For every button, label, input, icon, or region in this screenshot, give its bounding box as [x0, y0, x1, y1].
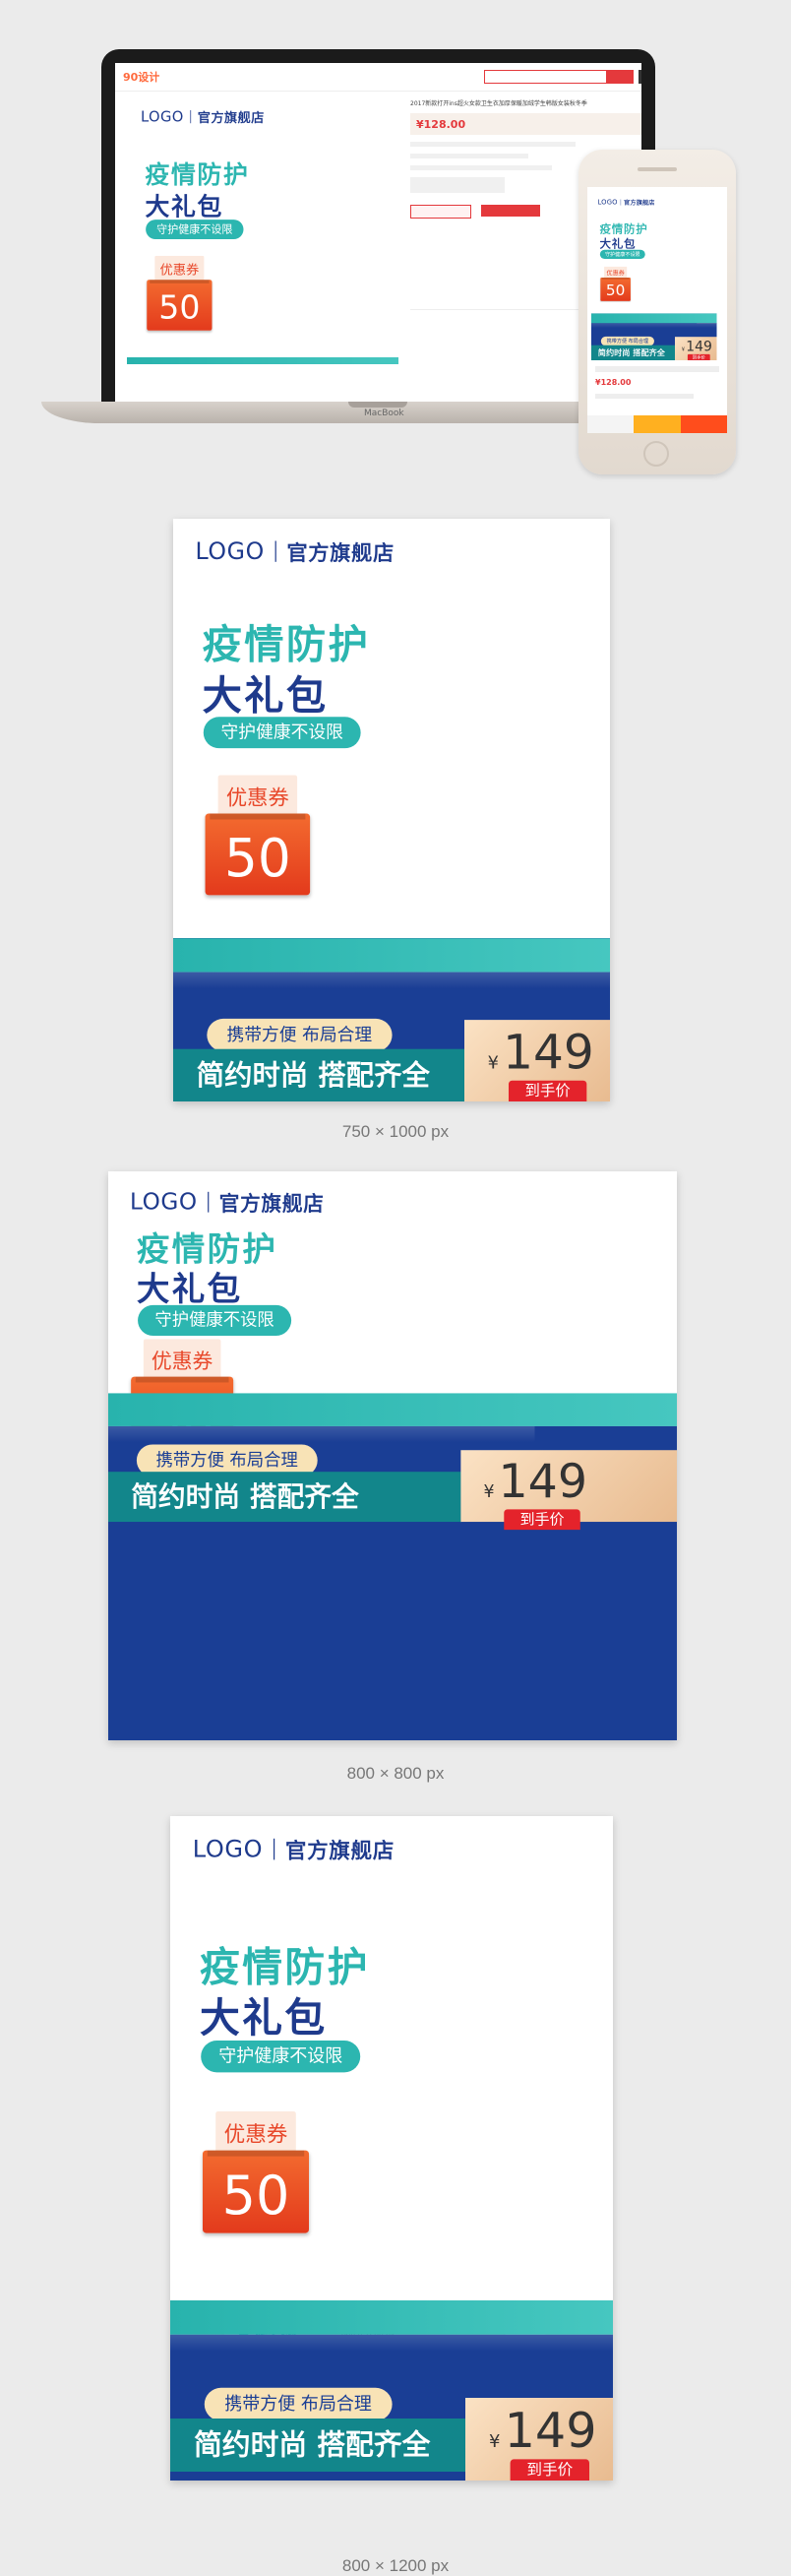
logo-text: LOGO [195, 538, 264, 565]
store-name: 官方旗舰店 [219, 1187, 325, 1217]
logo-divider [274, 540, 275, 561]
banner-tagline: 守护健康不设限 [204, 717, 361, 748]
slogan-bar: 简约时尚 搭配齐全 [108, 1472, 460, 1522]
phone-banner: LOGO 官方旗舰店 疫情防护 大礼包 守护健康不设限 优惠券 50 携带方便 … [591, 193, 723, 360]
caption-800x800: 800 × 800 px [0, 1764, 791, 1784]
cart-button [481, 205, 540, 217]
price-value: 149 [503, 1025, 594, 1080]
price-box: ¥ 149 到手价 [460, 1450, 677, 1522]
caption-800x1200: 800 × 1200 px [0, 2556, 791, 2576]
banner-logo: LOGO 官方旗舰店 [130, 1187, 325, 1217]
banner-title-primary: 疫情防护 [200, 1934, 370, 1992]
price-tag: 到手价 [504, 1509, 579, 1530]
banner-title-primary: 疫情防护 [145, 155, 249, 190]
banner-tagline: 守护健康不设限 [138, 1305, 291, 1336]
coupon-value: 50 [600, 282, 631, 299]
site-header: 90设计 [115, 63, 641, 92]
banner-logo: LOGO 官方旗舰店 [141, 107, 265, 126]
laptop-webpage: 90设计 LOGO 官方旗舰店 疫情防护 大礼包 守护健康不设限 优惠券 50 … [115, 63, 641, 402]
phone-price: ¥128.00 [595, 378, 631, 387]
banner-logo: LOGO 官方旗舰店 [193, 1834, 395, 1864]
store-name: 官方旗舰店 [286, 536, 395, 567]
banner-800x800: LOGO 官方旗舰店 疫情防护 大礼包 守护健康不设限 优惠券 50 携带方便 … [108, 1171, 677, 1740]
coupon: 优惠券 50 [206, 775, 311, 897]
banner-title-secondary: 大礼包 [137, 1262, 243, 1310]
coupon-box: 50 [206, 814, 311, 896]
banner-logo: LOGO 官方旗舰店 [195, 536, 394, 567]
slogan-bar: 简约时尚 搭配齐全 [591, 346, 675, 360]
coupon: 优惠券 50 [203, 2111, 309, 2235]
price-tag: 到手价 [509, 1081, 586, 1101]
banner-title-primary: 疫情防护 [203, 612, 371, 670]
price-currency: ¥ [682, 346, 685, 352]
caption-750x1000: 750 × 1000 px [0, 1122, 791, 1142]
price-box: ¥ 149 到手价 [465, 2398, 613, 2481]
store-name: 官方旗舰店 [624, 198, 654, 207]
logo-text: LOGO [130, 1189, 198, 1216]
logo-divider [208, 1192, 209, 1213]
laptop-banner: LOGO 官方旗舰店 疫情防护 大礼包 守护健康不设限 优惠券 50 携带方便 … [127, 96, 398, 364]
coupon-value: 50 [203, 2165, 309, 2227]
price-value: 149 [686, 339, 712, 354]
teal-stripe [173, 938, 610, 972]
price-value: 149 [499, 1455, 587, 1509]
coupon: 优惠券 50 [600, 267, 631, 302]
banner-logo: LOGO 官方旗舰店 [597, 198, 654, 207]
site-logo: 90设计 [123, 69, 159, 85]
laptop-brand: MacBook [364, 408, 404, 418]
price-tag: 到手价 [688, 354, 710, 360]
banner-tagline: 守护健康不设限 [201, 2041, 360, 2072]
coupon-value: 50 [147, 288, 212, 327]
coupon-box: 50 [147, 280, 212, 331]
price-tag: 到手价 [511, 2459, 589, 2481]
price-box: ¥ 149 到手价 [675, 337, 717, 360]
buy-button [410, 205, 471, 219]
logo-text: LOGO [141, 108, 184, 125]
coupon-value: 50 [206, 828, 311, 889]
phone-screen: LOGO 官方旗舰店 疫情防护 大礼包 守护健康不设限 优惠券 50 携带方便 … [587, 187, 727, 433]
site-search [484, 70, 634, 84]
product-price: ¥128.00 [416, 118, 465, 131]
teal-stripe [127, 357, 398, 364]
feature-pill: 携带方便 布局合理 [207, 1019, 392, 1051]
logo-text: LOGO [193, 1836, 263, 1863]
store-name: 官方旗舰店 [198, 107, 265, 126]
feature-pill: 携带方便 布局合理 [205, 2388, 393, 2421]
price-currency: ¥ [483, 1482, 494, 1502]
price-value: 149 [505, 2403, 597, 2459]
coupon-box: 50 [600, 278, 631, 301]
logo-divider [190, 110, 191, 123]
banner-750x1000: LOGO 官方旗舰店 疫情防护 大礼包 守护健康不设限 优惠券 50 携带方便 … [173, 519, 610, 1101]
phone-home-button [643, 441, 669, 467]
slogan-bar: 简约时尚 搭配齐全 [173, 1049, 464, 1101]
teal-stripe [591, 313, 717, 323]
laptop-screen: 90设计 LOGO 官方旗舰店 疫情防护 大礼包 守护健康不设限 优惠券 50 … [101, 49, 655, 402]
teal-stripe [170, 2300, 613, 2335]
coupon: 优惠券 50 [147, 256, 212, 332]
price-currency: ¥ [488, 1052, 499, 1073]
phone: LOGO 官方旗舰店 疫情防护 大礼包 守护健康不设限 优惠券 50 携带方便 … [578, 150, 736, 474]
slogan-bar: 简约时尚 搭配齐全 [170, 2419, 465, 2472]
banner-title-secondary: 大礼包 [600, 234, 637, 251]
banner-title-secondary: 大礼包 [203, 663, 329, 722]
banner-800x1200: LOGO 官方旗舰店 疫情防护 大礼包 守护健康不设限 优惠券 50 携带方便 … [170, 1816, 613, 2481]
coupon-box: 50 [203, 2151, 309, 2233]
teal-stripe [108, 1393, 677, 1426]
banner-title-secondary: 大礼包 [145, 186, 222, 221]
product-title: 2017新款打开ins超火女款卫生衣加厚保暖加绒学生韩版女装秋冬季 [410, 98, 641, 107]
banner-title-secondary: 大礼包 [200, 1985, 328, 2043]
phone-speaker [638, 167, 677, 171]
price-currency: ¥ [489, 2431, 500, 2452]
store-name: 官方旗舰店 [285, 1834, 395, 1864]
banner-tagline: 守护健康不设限 [600, 250, 645, 259]
price-box: ¥ 149 到手价 [464, 1020, 610, 1101]
device-mockup: 90设计 LOGO 官方旗舰店 疫情防护 大礼包 守护健康不设限 优惠券 50 … [0, 0, 791, 492]
banner-tagline: 守护健康不设限 [146, 220, 243, 239]
logo-text: LOGO [597, 199, 617, 207]
